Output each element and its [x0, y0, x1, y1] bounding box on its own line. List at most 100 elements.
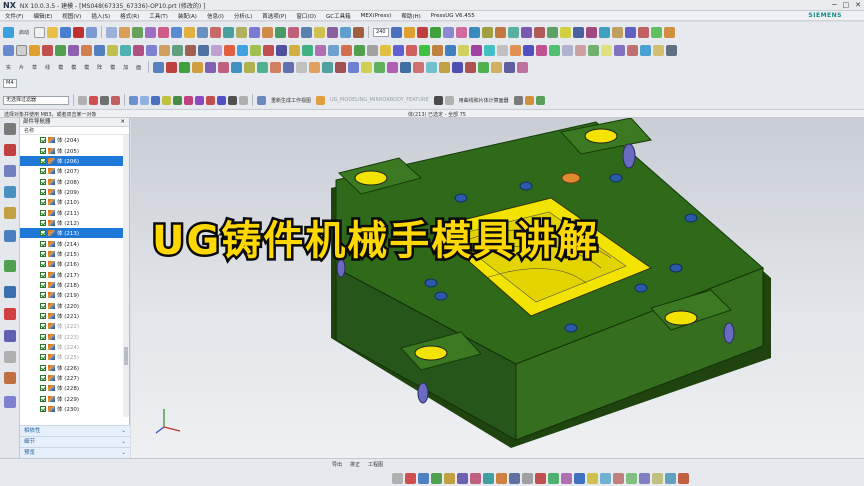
blend-icon[interactable] — [145, 26, 157, 38]
curve-sheet-label[interactable]: 用曲线和片体计算面器 — [459, 97, 509, 104]
navigator-row[interactable]: 体 (222) — [20, 321, 129, 331]
rib-icon[interactable] — [133, 45, 144, 56]
section-details[interactable]: 细节 ⌄ — [20, 436, 130, 447]
divide-curve-icon[interactable] — [536, 45, 547, 56]
show-constraints-icon[interactable] — [626, 473, 637, 484]
text-icon[interactable] — [419, 45, 430, 56]
menu-file[interactable]: 文件(F) — [0, 12, 28, 20]
navigator-row[interactable]: 体 (226) — [20, 363, 129, 373]
bom-icon[interactable] — [491, 61, 503, 73]
relax-icon[interactable] — [665, 473, 676, 484]
slider-icon[interactable] — [439, 61, 451, 73]
extract-icon[interactable] — [237, 45, 248, 56]
navigator-row[interactable]: 体 (225) — [20, 352, 129, 362]
navigator-row[interactable]: 体 (220) — [20, 301, 129, 311]
assembly-navigator-icon[interactable] — [4, 144, 16, 156]
menu-mex-press[interactable]: MEX(Press) — [356, 13, 397, 19]
deselect-icon[interactable] — [89, 95, 98, 105]
corner-tool-icon[interactable] — [574, 473, 585, 484]
quick-extend-icon[interactable] — [387, 61, 399, 73]
category-mold-2[interactable]: 模 — [71, 64, 76, 71]
navigator-row[interactable]: 体 (223) — [20, 332, 129, 342]
visibility-checkbox[interactable] — [40, 250, 46, 257]
menu-format[interactable]: 格式(R) — [115, 12, 144, 20]
navigator-row[interactable]: 体 (206) — [20, 155, 129, 167]
visibility-checkbox[interactable] — [40, 323, 46, 330]
hide-part-icon[interactable] — [444, 95, 454, 105]
infer-icon[interactable] — [678, 473, 689, 484]
visibility-checkbox[interactable] — [40, 385, 46, 392]
menu-tools[interactable]: 工具(T) — [144, 12, 173, 20]
quadrant-snap-icon[interactable] — [217, 95, 226, 105]
measure-icon[interactable] — [340, 26, 352, 38]
block-icon[interactable] — [3, 45, 14, 56]
sew-icon[interactable] — [172, 45, 183, 56]
visibility-checkbox[interactable] — [40, 364, 46, 371]
ejector-icon[interactable] — [624, 26, 636, 38]
navigator-row[interactable]: 体 (230) — [20, 404, 129, 414]
mold-tools-icon[interactable] — [666, 45, 677, 56]
visibility-checkbox[interactable] — [40, 168, 46, 175]
split-icon[interactable] — [224, 45, 235, 56]
fit-curve-icon[interactable] — [601, 45, 612, 56]
fillet-curve-icon[interactable] — [283, 61, 295, 73]
sketch-icon[interactable] — [106, 26, 118, 38]
navigator-row[interactable]: 体 (207) — [20, 166, 129, 176]
midpoint-snap-icon[interactable] — [173, 95, 182, 105]
visibility-checkbox[interactable] — [40, 261, 46, 268]
visibility-checkbox[interactable] — [40, 375, 46, 382]
trim-curve-icon[interactable] — [523, 45, 534, 56]
tab-align[interactable]: 排正 — [350, 461, 360, 468]
menu-window[interactable]: 窗口(O) — [291, 12, 321, 20]
render-icon[interactable] — [520, 26, 532, 38]
tube-icon[interactable] — [55, 45, 66, 56]
rect-tool-icon[interactable] — [457, 473, 468, 484]
rotate-icon[interactable] — [494, 26, 506, 38]
section-preview[interactable]: 预览 ⌄ — [20, 447, 130, 458]
menu-preferences[interactable]: 首选项(P) — [257, 12, 291, 20]
slot-icon[interactable] — [107, 45, 118, 56]
insert-icon[interactable] — [465, 61, 477, 73]
navigator-row[interactable]: 体 (214) — [20, 238, 129, 248]
electrode-icon[interactable] — [426, 61, 438, 73]
stretch-icon[interactable] — [549, 45, 560, 56]
sketch-view-icon[interactable] — [392, 473, 403, 484]
menu-assembly[interactable]: 装配(A) — [173, 12, 202, 20]
menu-help[interactable]: 帮助(H) — [396, 12, 425, 20]
constraint-icon[interactable] — [322, 61, 334, 73]
category-mold-3[interactable]: 模 — [84, 64, 89, 71]
layer-icon[interactable] — [403, 26, 415, 38]
alternate-icon[interactable] — [652, 473, 663, 484]
regen-view-label[interactable]: 重新生成工作视图 — [271, 97, 311, 104]
face-blend-icon[interactable] — [341, 45, 352, 56]
edit-icon[interactable] — [533, 26, 545, 38]
category-mold-1[interactable]: 模 — [58, 64, 63, 71]
trim-tool-icon[interactable] — [548, 473, 559, 484]
visibility-checkbox[interactable] — [40, 209, 46, 216]
start-icon[interactable] — [3, 26, 14, 38]
filter-icon[interactable] — [100, 95, 109, 105]
visibility-checkbox[interactable] — [40, 240, 46, 247]
circle-tool-icon[interactable] — [431, 473, 442, 484]
visibility-checkbox[interactable] — [40, 199, 46, 206]
arc-icon[interactable] — [231, 61, 243, 73]
line-tool-icon[interactable] — [405, 473, 416, 484]
point-tool-icon[interactable] — [496, 473, 507, 484]
feature-label[interactable]: UG_MODELING_MIRRORBODY_FEATURE — [330, 97, 429, 103]
intersection-snap-icon[interactable] — [239, 95, 248, 105]
gate-icon[interactable] — [650, 26, 662, 38]
rectangle-icon[interactable] — [244, 61, 256, 73]
mirror-tool-icon[interactable] — [535, 473, 546, 484]
navigator-row[interactable]: 体 (215) — [20, 249, 129, 259]
graphics-window[interactable] — [131, 118, 864, 458]
navigator-row[interactable]: 体 (217) — [20, 269, 129, 279]
groove-icon[interactable] — [120, 45, 131, 56]
category-add[interactable]: 加 — [123, 64, 128, 71]
category-curve[interactable]: 线 — [45, 64, 50, 71]
project-icon[interactable] — [432, 45, 443, 56]
visibility-checkbox[interactable] — [40, 178, 46, 185]
circle-snap-icon[interactable] — [206, 95, 215, 105]
category-mold-4[interactable]: 模 — [110, 64, 115, 71]
spline-icon[interactable] — [393, 45, 404, 56]
color-icon[interactable] — [416, 26, 428, 38]
